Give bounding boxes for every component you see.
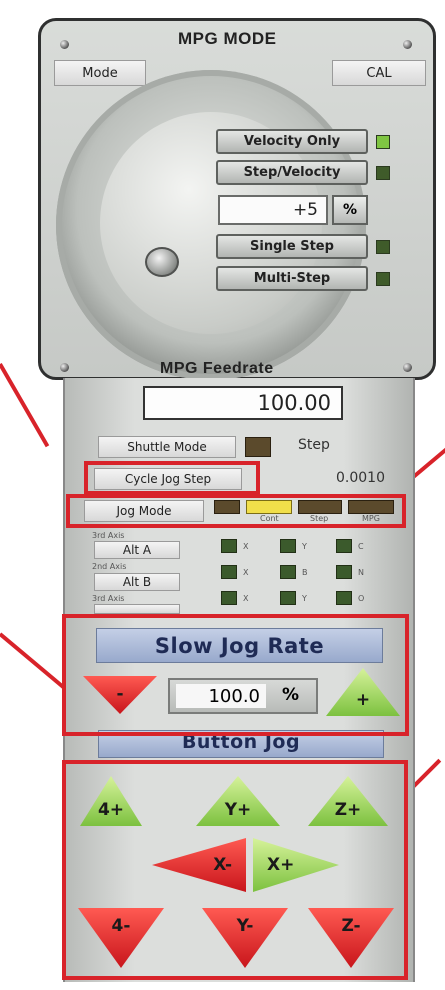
jog-step-value: 0.0010 (336, 470, 385, 486)
alt-c-caption: 3rd Axis (92, 594, 125, 603)
alt-b-caption: 2nd Axis (92, 562, 127, 571)
annotation-frame-jog-mode (66, 494, 406, 528)
axis-letter: O (358, 594, 365, 603)
axis-led (336, 565, 352, 579)
velocity-only-led (376, 135, 390, 149)
axis-letter: B (302, 568, 308, 577)
shuttle-mode-button[interactable]: Shuttle Mode (98, 436, 236, 458)
multi-step-button[interactable]: Multi-Step (216, 266, 368, 291)
axis-led (336, 539, 352, 553)
axis-led (336, 591, 352, 605)
step-velocity-led (376, 166, 390, 180)
alt-a-button[interactable]: Alt A (94, 541, 180, 559)
axis-letter: X (243, 594, 249, 603)
velocity-only-button[interactable]: Velocity Only (216, 129, 368, 154)
axis-letter: Y (302, 594, 307, 603)
axis-led (280, 591, 296, 605)
alt-c-button[interactable] (94, 604, 180, 614)
single-step-led (376, 240, 390, 254)
axis-letter: C (358, 542, 364, 551)
screw-icon (403, 363, 412, 372)
axis-letter: X (243, 568, 249, 577)
step-velocity-button[interactable]: Step/Velocity (216, 160, 368, 185)
cal-button[interactable]: CAL (332, 60, 426, 86)
single-step-button[interactable]: Single Step (216, 234, 368, 259)
annotation-frame-cycle-jog (84, 461, 260, 495)
screw-icon (60, 363, 69, 372)
alt-a-caption: 3rd Axis (92, 531, 125, 540)
mpg-feedrate-field[interactable]: 100.00 (143, 386, 343, 420)
axis-led (221, 539, 237, 553)
annotation-frame-slow-jog (62, 614, 409, 736)
dial-knob-icon[interactable] (145, 247, 179, 277)
screw-icon (403, 40, 412, 49)
axis-led (221, 565, 237, 579)
axis-letter: Y (302, 542, 307, 551)
alt-b-button[interactable]: Alt B (94, 573, 180, 591)
mpg-step-unit: % (332, 195, 368, 225)
mpg-feedrate-title: MPG Feedrate (160, 360, 274, 377)
axis-led (221, 591, 237, 605)
mode-button[interactable]: Mode (54, 60, 146, 86)
axis-letter: X (243, 542, 249, 551)
callout-line-2 (0, 632, 67, 691)
mpg-mode-title: MPG MODE (178, 29, 277, 48)
mpg-step-field[interactable]: +5 (218, 195, 328, 225)
axis-led (280, 565, 296, 579)
shuttle-mode-led (245, 437, 271, 457)
screw-icon (60, 40, 69, 49)
annotation-frame-button-jog (62, 760, 408, 980)
callout-line-1 (0, 363, 50, 448)
axis-letter: N (358, 568, 364, 577)
step-label: Step (298, 437, 330, 453)
axis-led (280, 539, 296, 553)
multi-step-led (376, 272, 390, 286)
